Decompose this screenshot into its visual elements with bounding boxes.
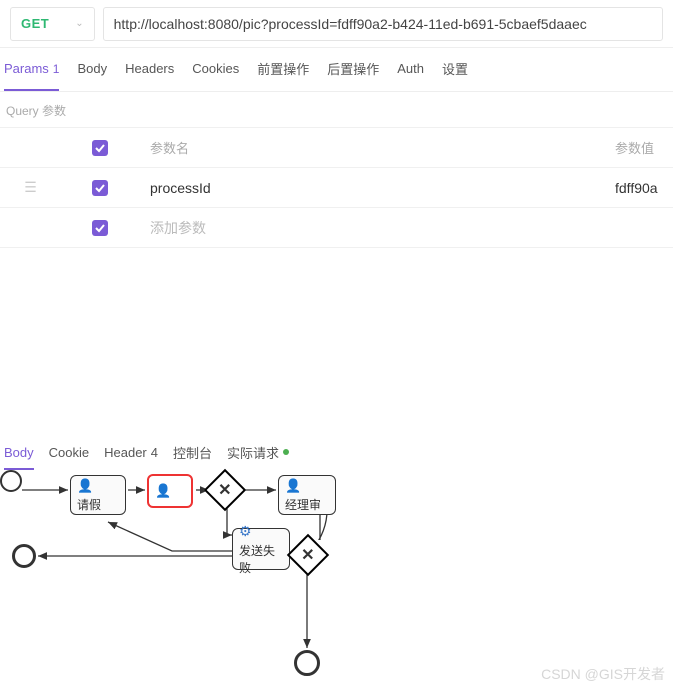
query-params-label: Query 参数 bbox=[0, 92, 673, 128]
resp-tab-body[interactable]: Body bbox=[4, 436, 34, 470]
check-icon bbox=[95, 183, 105, 193]
url-text: http://localhost:8080/pic?processId=fdff… bbox=[114, 16, 587, 32]
resp-tab-actual-request[interactable]: 实际请求 bbox=[227, 436, 289, 470]
gateway-x-icon: ✕ bbox=[301, 545, 314, 565]
select-all-checkbox[interactable] bbox=[92, 140, 108, 156]
resp-tab-header[interactable]: Header 4 bbox=[104, 436, 158, 470]
response-tabs: Body Cookie Header 4 控制台 实际请求 bbox=[0, 436, 673, 470]
start-event-node bbox=[0, 470, 22, 492]
task-label: 发送失败 bbox=[239, 542, 283, 576]
tab-params[interactable]: Params 1 bbox=[4, 48, 59, 91]
exclusive-gateway-node-2: ✕ bbox=[293, 540, 323, 570]
active-user-task-node: 👤 bbox=[147, 474, 193, 508]
resp-tab-cookie[interactable]: Cookie bbox=[49, 436, 89, 470]
task-label: 请假 bbox=[77, 496, 101, 513]
header-count-badge: 4 bbox=[151, 445, 158, 460]
param-row: ☰ processId fdff90a bbox=[0, 168, 673, 208]
tab-auth[interactable]: Auth bbox=[397, 48, 424, 91]
tab-post-request[interactable]: 后置操作 bbox=[327, 48, 379, 91]
user-icon: 👤 bbox=[77, 478, 93, 494]
method-dropdown[interactable]: GET ⌄ bbox=[10, 7, 95, 41]
param-checkbox[interactable] bbox=[92, 180, 108, 196]
user-task-node: 👤 请假 bbox=[70, 475, 126, 515]
url-input[interactable]: http://localhost:8080/pic?processId=fdff… bbox=[103, 7, 663, 41]
exclusive-gateway-node: ✕ bbox=[210, 475, 240, 505]
params-table: 参数名 参数值 ☰ processId fdff90a 添加参数 bbox=[0, 128, 673, 248]
params-count-badge: 1 bbox=[53, 62, 60, 76]
chevron-down-icon: ⌄ bbox=[75, 18, 83, 29]
request-bar: GET ⌄ http://localhost:8080/pic?processI… bbox=[0, 0, 673, 48]
param-value-cell[interactable]: fdff90a bbox=[615, 180, 673, 196]
method-value: GET bbox=[21, 16, 49, 31]
gateway-x-icon: ✕ bbox=[218, 480, 231, 500]
request-tabs: Params 1 Body Headers Cookies 前置操作 后置操作 … bbox=[0, 48, 673, 92]
tab-settings[interactable]: 设置 bbox=[442, 48, 468, 91]
user-icon: 👤 bbox=[285, 478, 301, 494]
end-event-node bbox=[12, 544, 36, 568]
status-dot-icon bbox=[283, 449, 289, 455]
column-header-value: 参数值 bbox=[615, 138, 673, 157]
drag-handle-icon[interactable]: ☰ bbox=[0, 179, 60, 196]
user-icon: 👤 bbox=[155, 483, 171, 499]
tab-pre-request[interactable]: 前置操作 bbox=[257, 48, 309, 91]
check-icon bbox=[95, 143, 105, 153]
check-icon bbox=[95, 223, 105, 233]
watermark: CSDN @GIS开发者 bbox=[541, 664, 665, 684]
task-label: 经理审 bbox=[285, 496, 321, 513]
tab-body[interactable]: Body bbox=[77, 48, 107, 91]
resp-tab-console[interactable]: 控制台 bbox=[173, 436, 212, 470]
tab-cookies[interactable]: Cookies bbox=[192, 48, 239, 91]
end-event-node-2 bbox=[294, 650, 320, 676]
tab-headers[interactable]: Headers bbox=[125, 48, 174, 91]
user-task-node-manager: 👤 经理审 bbox=[278, 475, 336, 515]
add-param-input[interactable]: 添加参数 bbox=[140, 218, 615, 238]
response-pane: Body Cookie Header 4 控制台 实际请求 bbox=[0, 436, 673, 700]
params-header-row: 参数名 参数值 bbox=[0, 128, 673, 168]
service-task-node: ⚙ 发送失败 bbox=[232, 528, 290, 570]
gear-icon: ⚙ bbox=[239, 523, 252, 540]
column-header-name: 参数名 bbox=[140, 138, 615, 157]
param-name-cell[interactable]: processId bbox=[140, 180, 615, 196]
add-param-checkbox[interactable] bbox=[92, 220, 108, 236]
add-param-row: 添加参数 bbox=[0, 208, 673, 248]
